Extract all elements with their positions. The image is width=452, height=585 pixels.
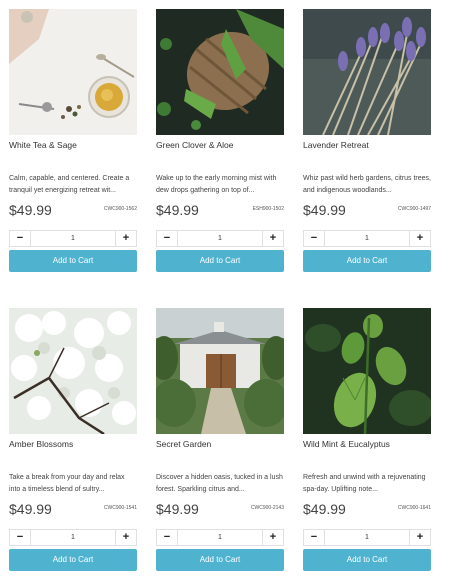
- plus-button[interactable]: +: [263, 530, 283, 545]
- quantity-input[interactable]: 1: [30, 231, 116, 246]
- add-to-cart-button[interactable]: Add to Cart: [156, 250, 284, 272]
- product-name[interactable]: Amber Blossoms: [9, 439, 137, 451]
- product-card: Amber Blossoms Take a break from your da…: [9, 308, 137, 571]
- product-image-secret-garden[interactable]: [156, 308, 284, 434]
- plus-button[interactable]: +: [410, 530, 430, 545]
- product-price: $49.99: [9, 202, 52, 218]
- minus-button[interactable]: −: [157, 530, 177, 545]
- plus-button[interactable]: +: [410, 231, 430, 246]
- product-card: Green Clover & Aloe Wake up to the early…: [156, 9, 284, 272]
- add-to-cart-button[interactable]: Add to Cart: [9, 250, 137, 272]
- product-name[interactable]: Lavender Retreat: [303, 140, 431, 152]
- product-description: Refresh and unwind with a rejuvenating s…: [303, 474, 426, 493]
- quantity-stepper: − 1 +: [156, 230, 284, 247]
- product-price: $49.99: [303, 501, 346, 517]
- minus-button[interactable]: −: [10, 530, 30, 545]
- product-price: $49.99: [156, 202, 199, 218]
- product-description: Calm, capable, and centered. Create a tr…: [9, 175, 130, 194]
- quantity-stepper: − 1 +: [9, 529, 137, 546]
- quantity-input[interactable]: 1: [177, 530, 263, 545]
- plus-button[interactable]: +: [116, 530, 136, 545]
- minus-button[interactable]: −: [304, 231, 324, 246]
- add-to-cart-button[interactable]: Add to Cart: [9, 549, 137, 571]
- product-description: Discover a hidden oasis, tucked in a lus…: [156, 474, 283, 493]
- minus-button[interactable]: −: [157, 231, 177, 246]
- product-description: Whiz past wild herb gardens, citrus tree…: [303, 175, 431, 194]
- product-name[interactable]: Green Clover & Aloe: [156, 140, 284, 152]
- product-name[interactable]: Wild Mint & Eucalyptus: [303, 439, 431, 451]
- product-sku: CWC900-1541: [103, 505, 137, 511]
- product-sku: CWC900-1562: [103, 206, 137, 212]
- product-name[interactable]: Secret Garden: [156, 439, 284, 451]
- product-card: Wild Mint & Eucalyptus Refresh and unwin…: [303, 308, 431, 571]
- quantity-stepper: − 1 +: [303, 230, 431, 247]
- product-grid: White Tea & Sage Calm, capable, and cent…: [0, 0, 452, 585]
- product-name[interactable]: White Tea & Sage: [9, 140, 137, 152]
- product-price: $49.99: [9, 501, 52, 517]
- quantity-stepper: − 1 +: [303, 529, 431, 546]
- product-price: $49.99: [156, 501, 199, 517]
- add-to-cart-button[interactable]: Add to Cart: [303, 250, 431, 272]
- product-card: Lavender Retreat Whiz past wild herb gar…: [303, 9, 431, 272]
- product-sku: CWC900-1497: [397, 206, 431, 212]
- add-to-cart-button[interactable]: Add to Cart: [303, 549, 431, 571]
- quantity-stepper: − 1 +: [9, 230, 137, 247]
- plus-button[interactable]: +: [116, 231, 136, 246]
- product-description: Wake up to the early morning mist with d…: [156, 175, 277, 194]
- product-image-white-tea[interactable]: [9, 9, 137, 135]
- minus-button[interactable]: −: [10, 231, 30, 246]
- quantity-input[interactable]: 1: [30, 530, 116, 545]
- product-image-wild-mint[interactable]: [303, 308, 431, 434]
- add-to-cart-button[interactable]: Add to Cart: [156, 549, 284, 571]
- quantity-input[interactable]: 1: [324, 231, 410, 246]
- minus-button[interactable]: −: [304, 530, 324, 545]
- product-price: $49.99: [303, 202, 346, 218]
- plus-button[interactable]: +: [263, 231, 283, 246]
- quantity-stepper: − 1 +: [156, 529, 284, 546]
- product-sku: ESH900-1502: [252, 206, 284, 212]
- product-card: White Tea & Sage Calm, capable, and cent…: [9, 9, 137, 272]
- product-image-green-clover[interactable]: [156, 9, 284, 135]
- product-card: Secret Garden Discover a hidden oasis, t…: [156, 308, 284, 571]
- product-image-amber-blossoms[interactable]: [9, 308, 137, 434]
- quantity-input[interactable]: 1: [324, 530, 410, 545]
- product-description: Take a break from your day and relax int…: [9, 474, 125, 493]
- product-image-lavender[interactable]: [303, 9, 431, 135]
- product-sku: CWC900-1641: [397, 505, 431, 511]
- quantity-input[interactable]: 1: [177, 231, 263, 246]
- product-sku: CWC900-2143: [250, 505, 284, 511]
